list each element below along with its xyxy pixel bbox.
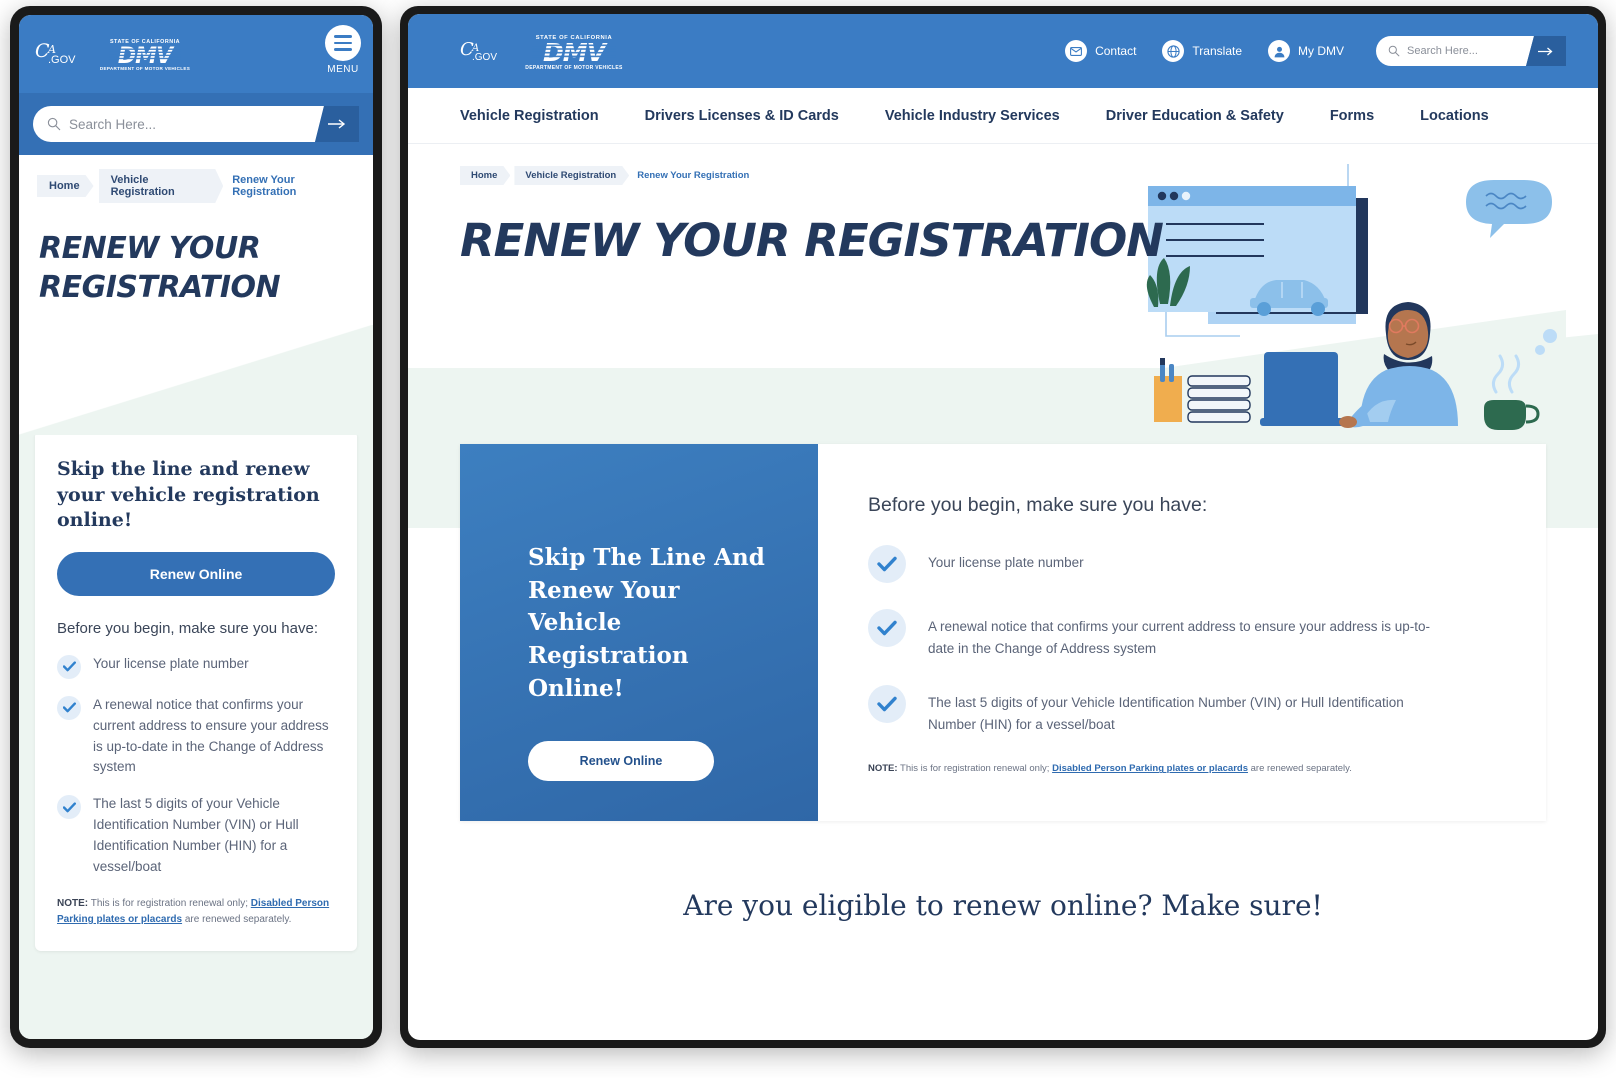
list-item: The last 5 digits of your Vehicle Identi… (868, 685, 1446, 735)
utility-nav-item-contact[interactable]: Contact (1065, 40, 1136, 62)
list-item-text: The last 5 digits of your Vehicle Identi… (93, 796, 299, 875)
note-before: This is for registration renewal only; (88, 898, 251, 910)
nav-item-forms[interactable]: Forms (1330, 108, 1374, 124)
breadcrumb-item-vehicle-registration[interactable]: Vehicle Registration (514, 166, 629, 185)
note-label: NOTE: (57, 898, 89, 910)
utility-nav-label: Contact (1095, 44, 1137, 58)
nav-item-vehicle-registration[interactable]: Vehicle Registration (460, 108, 599, 124)
list-item: Your license plate number (868, 545, 1446, 583)
desktop-search: Search Here... (1376, 36, 1566, 66)
mobile-renew-card: Skip the line and renew your vehicle reg… (35, 431, 357, 952)
breadcrumb-item-vehicle-registration[interactable]: Vehicle Registration (99, 169, 224, 203)
desktop-logo-group[interactable]: C A .GOV STATE OF CALIFORNIA DMV (460, 31, 626, 71)
note-before: This is for registration renewal only; (897, 763, 1053, 775)
list-item-text: Your license plate number (93, 655, 249, 671)
search-icon (1388, 45, 1400, 57)
globe-icon (1162, 40, 1185, 62)
list-item-text: A renewal notice that confirms your curr… (928, 619, 1430, 656)
mobile-page-title: RENEW YOUR REGISTRATION (39, 231, 281, 305)
checklist-heading: Before you begin, make sure you have: (868, 494, 1208, 516)
panel-zone: Skip The Line And Renew Your Vehicle Reg… (408, 368, 1598, 822)
check-icon (868, 609, 906, 647)
list-item: A renewal notice that confirms your curr… (57, 695, 335, 779)
mobile-search-bar: Search Here... (19, 93, 373, 155)
mobile-search-placeholder: Search Here... (69, 116, 157, 132)
list-item: A renewal notice that confirms your curr… (868, 609, 1446, 659)
check-icon (57, 654, 81, 679)
desktop-breadcrumb: Home Vehicle Registration Renew Your Reg… (408, 144, 1598, 185)
breadcrumb-item-current: Renew Your Registration (637, 170, 750, 181)
breadcrumb-item-home[interactable]: Home (37, 175, 94, 197)
desktop-search-placeholder: Search Here... (1407, 45, 1478, 57)
search-icon (47, 117, 61, 131)
breadcrumb-item-home[interactable]: Home (460, 166, 510, 185)
mobile-checklist: Your license plate number A renewal noti… (57, 654, 335, 878)
ca-gov-logo-icon: C A .GOV (460, 39, 497, 63)
user-icon (1268, 40, 1290, 62)
breadcrumb-item-current: Renew Your Registration (232, 174, 297, 198)
list-item-text: Your license plate number (928, 555, 1084, 570)
nav-item-driver-education-safety[interactable]: Driver Education & Safety (1106, 108, 1284, 124)
mobile-note: NOTE: This is for registration renewal o… (57, 896, 335, 927)
desktop-renew-online-button[interactable]: Renew Online (528, 741, 714, 782)
menu-label: MENU (327, 64, 359, 75)
note-link-disabled-person-parking[interactable]: Disabled Person Parking plates or placar… (1052, 763, 1248, 774)
desktop-top-bar: C A .GOV STATE OF CALIFORNIA DMV (408, 14, 1598, 88)
mobile-diagonal-divider (19, 325, 373, 435)
desktop-note: NOTE: This is for registration renewal o… (868, 761, 1446, 776)
mobile-mint-section: Skip the line and renew your vehicle reg… (19, 431, 373, 1039)
mobile-header: C A .GOV STATE OF CALIFORNIA DMV DEPARTM… (19, 15, 373, 93)
check-icon (57, 695, 81, 720)
arrow-right-icon (1538, 47, 1553, 55)
dmv-logo-icon: STATE OF CALIFORNIA DMV DEPARTMENT OF MO… (525, 35, 623, 71)
svg-text:.GOV: .GOV (48, 54, 76, 66)
list-item-text: The last 5 digits of your Vehicle Identi… (928, 695, 1404, 732)
hamburger-icon (325, 25, 361, 61)
renew-panel: Skip The Line And Renew Your Vehicle Reg… (460, 444, 1546, 822)
desktop-page-title: RENEW YOUR REGISTRATION (460, 214, 1164, 267)
note-after: are renewed separately. (182, 913, 292, 925)
dmv-logo-icon: STATE OF CALIFORNIA DMV DEPARTMENT OF MO… (100, 39, 190, 71)
svg-text:DEPARTMENT OF MOTOR VEHICLES: DEPARTMENT OF MOTOR VEHICLES (100, 66, 190, 71)
utility-nav-item-my-dmv[interactable]: My DMV (1268, 40, 1344, 62)
mobile-screen: C A .GOV STATE OF CALIFORNIA DMV DEPARTM… (19, 15, 373, 1039)
list-item: Your license plate number (57, 654, 335, 679)
nav-item-vehicle-industry-services[interactable]: Vehicle Industry Services (885, 108, 1060, 124)
mobile-renew-online-button[interactable]: Renew Online (57, 551, 335, 596)
desktop-search-input[interactable]: Search Here... (1376, 36, 1534, 66)
note-label: NOTE: (868, 763, 898, 775)
blue-promo-card: Skip The Line And Renew Your Vehicle Reg… (460, 444, 818, 822)
ca-gov-logo-icon: C A .GOV (35, 40, 76, 66)
list-item-text: A renewal notice that confirms your curr… (93, 696, 329, 775)
utility-nav: Contact Translate My DMV Search Here... (1065, 36, 1566, 66)
check-icon (868, 685, 906, 724)
nav-item-drivers-licenses[interactable]: Drivers Licenses & ID Cards (645, 108, 839, 124)
mobile-checklist-heading: Before you begin, make sure you have: (57, 619, 318, 637)
desktop-screen: C A .GOV STATE OF CALIFORNIA DMV (408, 14, 1598, 1040)
check-icon (57, 795, 81, 820)
arrow-right-icon (328, 119, 346, 129)
eligibility-heading: Are you eligible to renew online? Make s… (408, 821, 1598, 963)
desktop-device-frame: C A .GOV STATE OF CALIFORNIA DMV (400, 6, 1606, 1048)
mobile-search-input[interactable]: Search Here... (33, 106, 324, 142)
mobile-card-heading: Skip the line and renew your vehicle reg… (57, 458, 320, 532)
mobile-breadcrumb: Home Vehicle Registration Renew Your Reg… (19, 155, 373, 203)
main-nav: Vehicle Registration Drivers Licenses & … (408, 88, 1598, 144)
utility-nav-label: My DMV (1298, 44, 1344, 58)
list-item: The last 5 digits of your Vehicle Identi… (57, 794, 335, 878)
svg-text:.GOV: .GOV (472, 52, 497, 63)
svg-text:DEPARTMENT OF MOTOR VEHICLES: DEPARTMENT OF MOTOR VEHICLES (525, 65, 623, 71)
screenshot-stage: C A .GOV STATE OF CALIFORNIA DMV DEPARTM… (0, 0, 1616, 1078)
nav-item-locations[interactable]: Locations (1420, 108, 1488, 124)
note-after: are renewed separately. (1247, 763, 1352, 775)
utility-nav-item-translate[interactable]: Translate (1162, 40, 1242, 62)
checklist-section: Before you begin, make sure you have: Yo… (818, 444, 1546, 821)
envelope-icon (1065, 40, 1088, 62)
utility-nav-label: Translate (1192, 44, 1242, 58)
mobile-logo-group[interactable]: C A .GOV STATE OF CALIFORNIA DMV DEPARTM… (19, 36, 191, 72)
check-icon (868, 545, 906, 583)
blue-card-heading: Skip The Line And Renew Your Vehicle Reg… (528, 544, 765, 702)
mobile-device-frame: C A .GOV STATE OF CALIFORNIA DMV DEPARTM… (10, 6, 382, 1048)
mobile-menu-button[interactable]: MENU (325, 25, 361, 75)
